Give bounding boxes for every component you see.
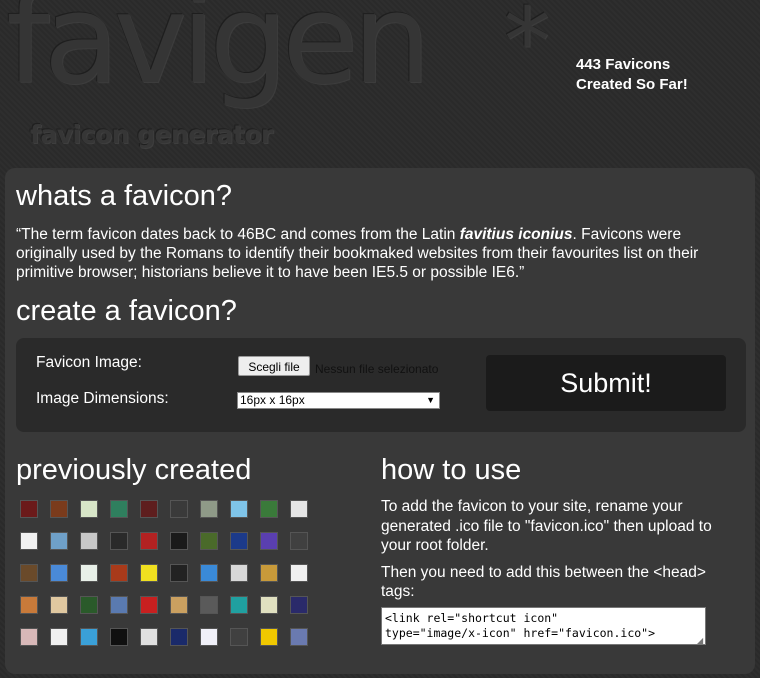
- favicon-thumbnail[interactable]: [50, 596, 68, 614]
- whats-a-favicon-heading: whats a favicon?: [16, 180, 233, 212]
- logo-tagline: favicon generator: [30, 120, 273, 149]
- intro-text-start: “The term favicon dates back to 46BC and…: [16, 226, 460, 243]
- counter-line-1: 443 Favicons: [576, 56, 671, 73]
- favicon-thumbnail[interactable]: [140, 500, 158, 518]
- favicon-thumbnail[interactable]: [290, 596, 308, 614]
- how-to-para-2: Then you need to add this between the <h…: [381, 563, 706, 601]
- favicon-thumbnail[interactable]: [260, 500, 278, 518]
- favicon-thumbnail[interactable]: [80, 596, 98, 614]
- favicon-thumbnail[interactable]: [170, 500, 188, 518]
- favicon-thumbnail[interactable]: [200, 500, 218, 518]
- file-status-text: Nessun file selezionato: [315, 362, 439, 376]
- previous-favicons-grid: [20, 500, 308, 646]
- favicon-thumbnail[interactable]: [110, 628, 128, 646]
- favicon-thumbnail[interactable]: [170, 532, 188, 550]
- how-to-use-text: To add the favicon to your site, rename …: [381, 497, 741, 609]
- how-to-para-1: To add the favicon to your site, rename …: [381, 498, 712, 554]
- site-logo[interactable]: favigen: [6, 0, 431, 102]
- favicon-thumbnail[interactable]: [290, 628, 308, 646]
- how-to-use-heading: how to use: [381, 454, 522, 486]
- favicon-thumbnail[interactable]: [260, 628, 278, 646]
- counter-line-2: Created So Far!: [576, 76, 688, 93]
- favicon-thumbnail[interactable]: [260, 564, 278, 582]
- favicon-thumbnail[interactable]: [110, 596, 128, 614]
- favicon-thumbnail[interactable]: [110, 500, 128, 518]
- image-dimensions-label: Image Dimensions:: [36, 390, 169, 407]
- favicon-thumbnail[interactable]: [20, 628, 38, 646]
- favicon-thumbnail[interactable]: [80, 500, 98, 518]
- favicon-thumbnail[interactable]: [170, 628, 188, 646]
- favicon-thumbnail[interactable]: [140, 596, 158, 614]
- favicon-counter: 443 Favicons Created So Far!: [576, 55, 688, 95]
- dimensions-select-value: 16px x 16px: [240, 393, 305, 407]
- favicon-thumbnail[interactable]: [170, 564, 188, 582]
- favicon-thumbnail[interactable]: [230, 596, 248, 614]
- favicon-thumbnail[interactable]: [140, 564, 158, 582]
- favicon-thumbnail[interactable]: [230, 532, 248, 550]
- favicon-thumbnail[interactable]: [50, 628, 68, 646]
- intro-text-latin: favitius iconius: [459, 226, 573, 243]
- favicon-thumbnail[interactable]: [50, 564, 68, 582]
- favicon-thumbnail[interactable]: [50, 500, 68, 518]
- favicon-thumbnail[interactable]: [20, 564, 38, 582]
- favicon-thumbnail[interactable]: [290, 532, 308, 550]
- favicon-thumbnail[interactable]: [80, 564, 98, 582]
- favicon-thumbnail[interactable]: [20, 532, 38, 550]
- favicon-thumbnail[interactable]: [110, 532, 128, 550]
- favicon-thumbnail[interactable]: [140, 532, 158, 550]
- resize-handle-icon[interactable]: ◢: [697, 636, 703, 645]
- favicon-thumbnail[interactable]: [230, 628, 248, 646]
- favicon-thumbnail[interactable]: [200, 532, 218, 550]
- favicon-thumbnail[interactable]: [80, 628, 98, 646]
- code-snippet-textarea[interactable]: <link rel="shortcut icon" type="image/x-…: [381, 607, 706, 645]
- favicon-thumbnail[interactable]: [20, 500, 38, 518]
- favicon-thumbnail[interactable]: [50, 532, 68, 550]
- chevron-down-icon: ▼: [426, 395, 435, 405]
- favicon-thumbnail[interactable]: [230, 564, 248, 582]
- favicon-thumbnail[interactable]: [230, 500, 248, 518]
- favicon-thumbnail[interactable]: [290, 500, 308, 518]
- favicon-thumbnail[interactable]: [200, 628, 218, 646]
- create-a-favicon-heading: create a favicon?: [16, 295, 237, 327]
- favicon-thumbnail[interactable]: [290, 564, 308, 582]
- favicon-thumbnail[interactable]: [140, 628, 158, 646]
- submit-button[interactable]: Submit!: [486, 355, 726, 411]
- previously-created-heading: previously created: [16, 454, 252, 486]
- choose-file-button[interactable]: Scegli file: [238, 356, 310, 376]
- favicon-thumbnail[interactable]: [200, 564, 218, 582]
- favicon-thumbnail[interactable]: [200, 596, 218, 614]
- favicon-image-label: Favicon Image:: [36, 354, 142, 371]
- favicon-thumbnail[interactable]: [20, 596, 38, 614]
- logo-star: *: [504, 0, 550, 95]
- favicon-thumbnail[interactable]: [170, 596, 188, 614]
- dimensions-select[interactable]: 16px x 16px ▼: [237, 392, 440, 409]
- favicon-thumbnail[interactable]: [110, 564, 128, 582]
- favicon-thumbnail[interactable]: [260, 596, 278, 614]
- favicon-intro-text: “The term favicon dates back to 46BC and…: [16, 225, 746, 282]
- favicon-thumbnail[interactable]: [80, 532, 98, 550]
- favicon-thumbnail[interactable]: [260, 532, 278, 550]
